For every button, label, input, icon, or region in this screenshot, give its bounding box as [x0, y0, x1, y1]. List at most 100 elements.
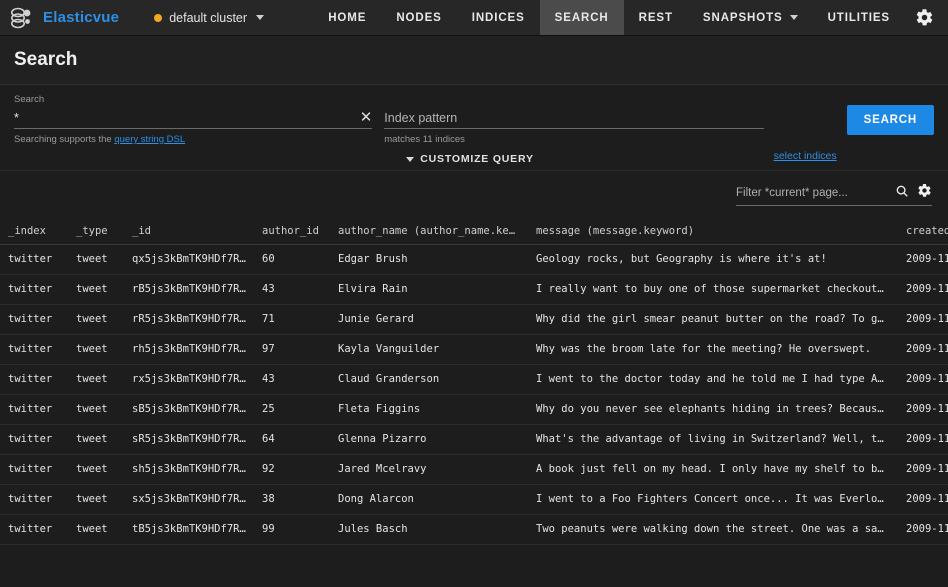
- cell-id: rh5js3kBmTK9HDf7Rs0C: [132, 343, 254, 355]
- column-header-author-name[interactable]: author_name (author_name.keyword): [330, 218, 528, 245]
- nav-item-utilities[interactable]: UTILITIES: [813, 0, 905, 35]
- cell-index: twitter: [8, 373, 53, 385]
- search-results-table: _index _type _id author_id author_name (…: [0, 218, 948, 545]
- cluster-selector[interactable]: default cluster: [146, 8, 272, 28]
- cell-message: Two peanuts were walking down the street…: [536, 523, 898, 535]
- cell-author-id: 25: [262, 403, 275, 415]
- cell-index: twitter: [8, 253, 53, 265]
- table-row[interactable]: twitter tweet qx5js3kBmTK9HDf7Rs0C 60 Edgar …: [0, 244, 948, 274]
- table-row[interactable]: twitter tweet rx5js3kBmTK9HDf7Rs0C 43 Claud …: [0, 364, 948, 394]
- cell-author-id: 64: [262, 433, 275, 445]
- page-title: Search: [14, 49, 78, 70]
- column-header-index[interactable]: _index: [0, 218, 68, 245]
- column-header-message[interactable]: message (message.keyword): [528, 218, 898, 245]
- cell-author-id: 99: [262, 523, 275, 535]
- cell-author-name: Edgar Brush: [338, 253, 408, 265]
- cell-created: 2009-11: [906, 433, 948, 445]
- cell-type: tweet: [76, 253, 108, 265]
- cell-author-name: Junie Gerard: [338, 313, 414, 325]
- cell-id: tB5js3kBmTK9HDf7Rs0C: [132, 523, 254, 535]
- nav-item-search[interactable]: SEARCH: [539, 0, 624, 35]
- table-settings-gear-icon[interactable]: [917, 183, 932, 203]
- cell-id: rR5js3kBmTK9HDf7Rs0C: [132, 313, 254, 325]
- cell-index: twitter: [8, 403, 53, 415]
- cell-id: rB5js3kBmTK9HDf7Rs0C: [132, 283, 254, 295]
- cell-message: Geology rocks, but Geography is where it…: [536, 253, 827, 265]
- brand-zone: Elasticvue default cluster: [0, 0, 272, 35]
- cell-author-name: Dong Alarcon: [338, 493, 414, 505]
- table-row[interactable]: twitter tweet sx5js3kBmTK9HDf7Rs0C 38 Dong A…: [0, 484, 948, 514]
- cell-author-id: 97: [262, 343, 275, 355]
- customize-query-toggle[interactable]: CUSTOMIZE QUERY: [406, 153, 763, 165]
- cell-index: twitter: [8, 343, 53, 355]
- query-field-group: Search ✕ Searching supports the query st…: [14, 94, 373, 145]
- cell-type: tweet: [76, 463, 108, 475]
- cell-message: Why was the broom late for the meeting? …: [536, 343, 872, 355]
- cell-index: twitter: [8, 523, 53, 535]
- table-row[interactable]: twitter tweet rh5js3kBmTK9HDf7Rs0C 97 Kayla …: [0, 334, 948, 364]
- cell-id: sh5js3kBmTK9HDf7Rs0C: [132, 463, 254, 475]
- close-icon[interactable]: ✕: [354, 110, 373, 125]
- nav-item-nodes[interactable]: NODES: [381, 0, 456, 35]
- column-header-type[interactable]: _type: [68, 218, 124, 245]
- query-hint-prefix: Searching supports the: [14, 134, 115, 145]
- cell-id: qx5js3kBmTK9HDf7Rs0C: [132, 253, 254, 265]
- select-indices-link[interactable]: select indices: [774, 150, 837, 162]
- query-input-line: ✕: [14, 107, 373, 129]
- search-query-input[interactable]: [14, 110, 354, 125]
- cell-id: sR5js3kBmTK9HDf7Rs0C: [132, 433, 254, 445]
- cell-created: 2009-11: [906, 343, 948, 355]
- cell-created: 2009-11: [906, 283, 948, 295]
- cell-index: twitter: [8, 433, 53, 445]
- cell-message: Why do you never see elephants hiding in…: [536, 403, 898, 415]
- nav-item-indices[interactable]: INDICES: [457, 0, 540, 35]
- cell-created: 2009-11: [906, 463, 948, 475]
- table-row[interactable]: twitter tweet rR5js3kBmTK9HDf7Rs0C 71 Junie …: [0, 304, 948, 334]
- nav-item-snapshots[interactable]: SNAPSHOTS: [688, 0, 813, 35]
- query-string-dsl-link[interactable]: query string DSL: [114, 134, 185, 145]
- search-panel: Search ✕ Searching supports the query st…: [0, 85, 948, 171]
- query-field-label: Search: [14, 94, 45, 105]
- nav-item-home[interactable]: HOME: [313, 0, 381, 35]
- matches-indices-text: matches 11 indices: [384, 134, 465, 145]
- cell-author-id: 43: [262, 373, 275, 385]
- index-pattern-input[interactable]: [384, 110, 764, 125]
- table-row[interactable]: twitter tweet tB5js3kBmTK9HDf7Rs0C 99 Jules …: [0, 514, 948, 544]
- cell-author-id: 60: [262, 253, 275, 265]
- cell-type: tweet: [76, 343, 108, 355]
- cell-message: I went to a Foo Fighters Concert once...…: [536, 493, 898, 505]
- column-header-author-id[interactable]: author_id: [254, 218, 330, 245]
- table-body: twitter tweet qx5js3kBmTK9HDf7Rs0C 60 Edgar …: [0, 244, 948, 544]
- column-header-created[interactable]: created_: [898, 218, 948, 245]
- cell-type: tweet: [76, 373, 108, 385]
- cell-author-name: Glenna Pizarro: [338, 433, 427, 445]
- cell-author-name: Fleta Figgins: [338, 403, 421, 415]
- nav-item-snapshots-label: SNAPSHOTS: [702, 11, 783, 24]
- cell-index: twitter: [8, 463, 53, 475]
- cell-message: I went to the doctor today and he told m…: [536, 373, 898, 385]
- nav-item-rest[interactable]: REST: [624, 0, 688, 35]
- table-row[interactable]: twitter tweet rB5js3kBmTK9HDf7Rs0C 43 Elvira…: [0, 274, 948, 304]
- table-header-row: _index _type _id author_id author_name (…: [0, 218, 948, 245]
- cell-message: A book just fell on my head. I only have…: [536, 463, 898, 475]
- cell-message: Why did the girl smear peanut butter on …: [536, 313, 898, 325]
- cluster-status-dot: [154, 13, 163, 22]
- cell-message: I really want to buy one of those superm…: [536, 283, 898, 295]
- column-header-id[interactable]: _id: [124, 218, 254, 245]
- page-header: Search: [0, 36, 948, 85]
- customize-query-label: CUSTOMIZE QUERY: [420, 153, 534, 165]
- table-row[interactable]: twitter tweet sR5js3kBmTK9HDf7Rs0C 64 Glenna…: [0, 424, 948, 454]
- table-row[interactable]: twitter tweet sh5js3kBmTK9HDf7Rs0C 92 Jared …: [0, 454, 948, 484]
- cell-author-id: 92: [262, 463, 275, 475]
- filter-input-wrap: [736, 183, 932, 206]
- settings-gear-icon[interactable]: [905, 0, 948, 35]
- table-row[interactable]: twitter tweet sB5js3kBmTK9HDf7Rs0C 25 Fleta …: [0, 394, 948, 424]
- brand-name[interactable]: Elasticvue: [43, 9, 119, 26]
- cell-created: 2009-11: [906, 523, 948, 535]
- search-button[interactable]: SEARCH: [846, 105, 934, 135]
- index-pattern-input-line: [384, 107, 764, 129]
- search-icon[interactable]: [895, 184, 909, 203]
- cluster-name-label: default cluster: [169, 10, 248, 25]
- cell-message: What's the advantage of living in Switze…: [536, 433, 898, 445]
- filter-page-input[interactable]: [736, 187, 887, 199]
